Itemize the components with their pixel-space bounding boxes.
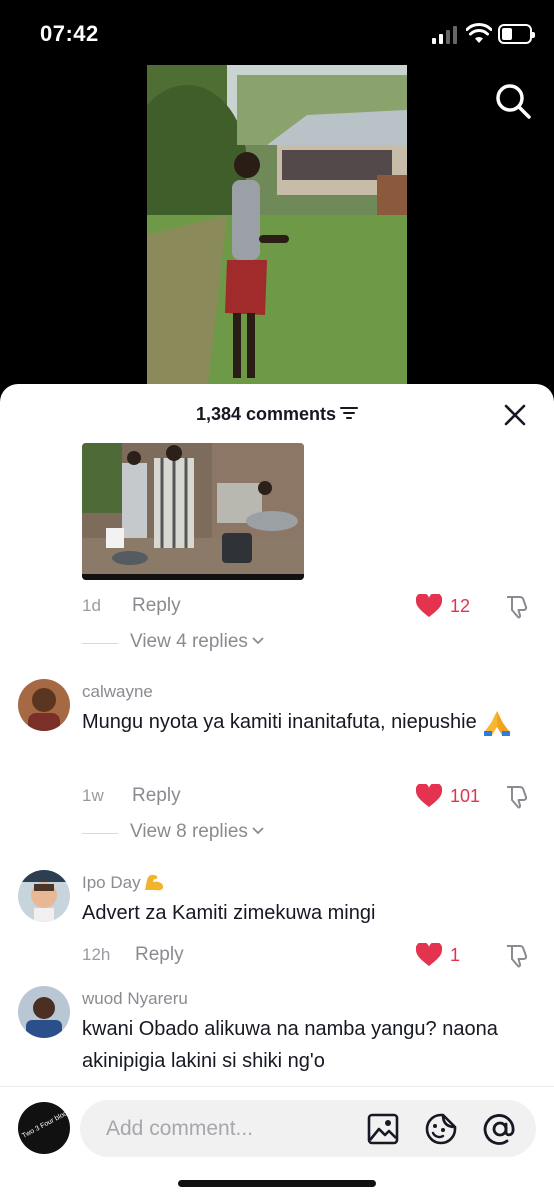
comment-image[interactable] (82, 443, 304, 580)
comment-meta: 1d Reply 12 (82, 593, 532, 619)
video-thumbnail[interactable] (147, 65, 407, 393)
comment-username[interactable]: calwayne (82, 682, 153, 702)
comment-input-bar: Two 3 Four block Add comment... (0, 1086, 554, 1199)
reply-button[interactable]: Reply (132, 785, 181, 807)
sheet-header: 1,384 comments (0, 384, 554, 440)
comment-time: 1w (82, 786, 104, 805)
avatar[interactable] (18, 679, 70, 731)
view-replies-button[interactable]: View 8 replies (82, 821, 332, 845)
view-replies-button[interactable]: View 4 replies (82, 631, 332, 655)
reply-button[interactable]: Reply (135, 944, 184, 966)
close-icon[interactable] (504, 404, 526, 426)
status-time: 07:42 (40, 21, 99, 46)
comment-username-label: Ipo Day (82, 873, 141, 892)
filter-icon[interactable] (340, 406, 359, 420)
signal-icon (432, 26, 458, 44)
video-player[interactable] (0, 64, 554, 394)
chevron-down-icon (252, 637, 264, 645)
status-bar: 07:42 (0, 0, 554, 64)
comment-time: 12h (82, 945, 111, 964)
image-icon[interactable] (366, 1112, 400, 1146)
comment-username[interactable]: wuod Nyareru (82, 989, 188, 1009)
chevron-down-icon (252, 827, 264, 835)
comment-text-body: Mungu nyota ya kamiti inanitafuta, niepu… (82, 711, 477, 733)
mention-icon[interactable] (483, 1112, 517, 1146)
reply-button[interactable]: Reply (132, 595, 181, 617)
home-indicator (178, 1180, 376, 1187)
like-button[interactable]: 101 (416, 783, 486, 809)
comment-input[interactable]: Add comment... (80, 1100, 536, 1157)
comments-count-label: 1,384 comments (195, 404, 337, 424)
view-replies-label: View 4 replies (130, 631, 248, 652)
heart-icon[interactable] (416, 784, 442, 808)
my-avatar-text: Two 3 Four block (21, 1108, 70, 1140)
my-avatar[interactable]: Two 3 Four block (18, 1102, 70, 1154)
comments-count[interactable]: 1,384 comments (0, 404, 554, 425)
heart-icon[interactable] (416, 594, 442, 618)
dislike-icon[interactable] (504, 942, 530, 968)
divider (82, 833, 118, 834)
comment-meta: 1w Reply 101 (82, 783, 532, 809)
view-replies-label: View 8 replies (130, 821, 248, 842)
like-count: 101 (450, 786, 481, 806)
comment-text: Mungu nyota ya kamiti inanitafuta, niepu… (82, 706, 522, 738)
avatar[interactable] (18, 986, 70, 1038)
avatar[interactable] (18, 870, 70, 922)
status-icons (432, 22, 535, 46)
search-icon[interactable] (494, 82, 532, 120)
dislike-icon[interactable] (504, 783, 530, 809)
battery-icon (498, 24, 535, 44)
like-count: 12 (450, 596, 471, 616)
flexed-biceps-emoji (144, 874, 163, 890)
dislike-icon[interactable] (504, 593, 530, 619)
like-count: 1 (450, 945, 461, 965)
comment-meta: 12h Reply 1 (82, 942, 532, 968)
like-button[interactable]: 12 (416, 593, 486, 619)
divider (82, 643, 118, 644)
heart-icon[interactable] (416, 943, 442, 967)
sticker-icon[interactable] (424, 1112, 458, 1146)
comment-time: 1d (82, 596, 101, 615)
comments-sheet: 1,384 comments 1d Reply 12 View 4 replie… (0, 384, 554, 1199)
comment-username[interactable]: Ipo Day (82, 873, 165, 894)
like-button[interactable]: 1 (416, 942, 486, 968)
folded-hands-emoji (484, 710, 511, 736)
comment-text: Advert za Kamiti zimekuwa mingi (82, 902, 376, 924)
comment-text: kwani Obado alikuwa na namba yangu? naon… (82, 1018, 498, 1072)
wifi-icon (466, 23, 492, 43)
comment-input-placeholder: Add comment... (106, 1117, 254, 1140)
